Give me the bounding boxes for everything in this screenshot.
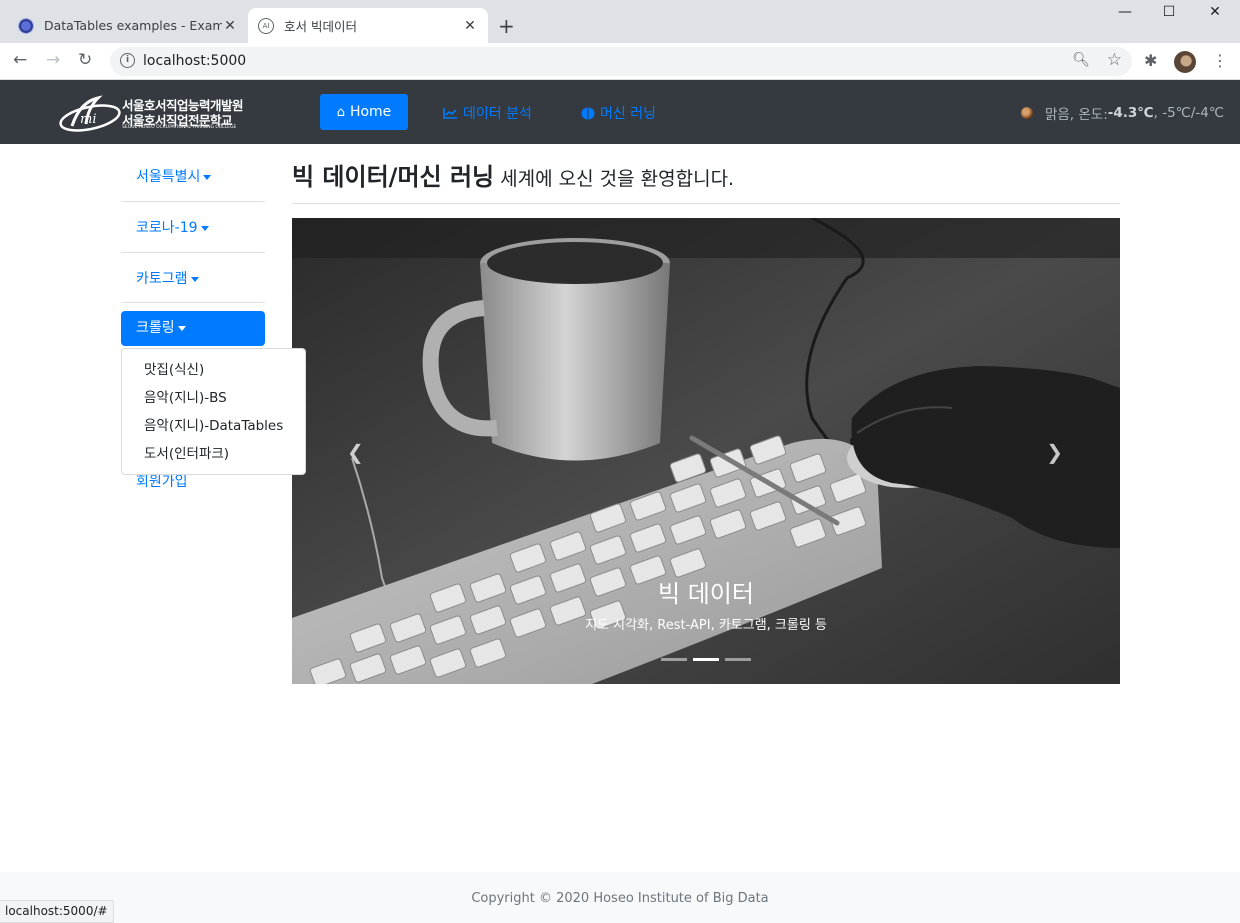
sidebar-item-corona[interactable]: 코로나-19 — [121, 217, 265, 237]
window-close-icon[interactable]: ✕ — [1192, 4, 1238, 20]
datatables-favicon-icon — [18, 17, 34, 34]
close-tab-icon[interactable]: ✕ — [462, 18, 478, 34]
sidebar-item-cartogram[interactable]: 카토그램 — [121, 268, 265, 288]
menu-kebab-icon[interactable]: ⋮ — [1212, 51, 1228, 70]
caret-down-icon — [177, 325, 186, 331]
carousel-indicator-1[interactable] — [661, 658, 687, 661]
svg-text:mi: mi — [80, 112, 97, 127]
forward-icon[interactable]: → — [46, 50, 60, 70]
crawling-dropdown-menu: 맛집(식신) 음악(지니)-BS 음악(지니)-DataTables 도서(인터… — [121, 348, 306, 475]
dropdown-item-music-bs[interactable]: 음악(지니)-BS — [122, 387, 305, 415]
sidebar-divider — [121, 302, 265, 303]
logo-line3: SEOUL HOSEO OCCUPATIONAL TRAINING COLLEG… — [122, 125, 237, 130]
sidebar-item-label: 카토그램 — [136, 271, 188, 287]
sidebar-item-label: 회원가입 — [136, 474, 188, 490]
sidebar-item-crawling[interactable]: 크롤링 — [121, 311, 265, 346]
reload-icon[interactable]: ↻ — [78, 50, 92, 70]
sidebar-item-label: 크롤링 — [136, 320, 175, 336]
site-info-icon[interactable]: i — [120, 53, 135, 68]
address-bar[interactable]: i localhost:5000 🔍︎ ☆ — [110, 47, 1132, 76]
browser-toolbar: ← → ↻ i localhost:5000 🔍︎ ☆ ✱ ⋮ — [0, 43, 1240, 80]
carousel-indicator-2[interactable] — [693, 658, 719, 661]
footer-copyright: Copyright © 2020 Hoseo Institute of Big … — [471, 891, 769, 906]
weather-widget: 맑음, 온도: -4.3℃ , -5℃/-4℃ — [1020, 103, 1224, 123]
bookmark-star-icon[interactable]: ☆ — [1107, 50, 1122, 70]
site-logo[interactable]: mi 서울호서직업능력개발원 서울호서직업전문학교 SEOUL HOSEO OC… — [58, 92, 244, 134]
nav-link-label: 데이터 분석 — [463, 106, 532, 122]
sidebar-item-label: 서울특별시 — [136, 169, 201, 185]
page-title-bold: 빅 데이터/머신 러닝 — [292, 163, 495, 191]
title-divider — [292, 203, 1120, 204]
weather-temp: -4.3℃ — [1107, 105, 1154, 121]
dropdown-item-music-datatables[interactable]: 음악(지니)-DataTables — [122, 415, 305, 443]
maximize-icon[interactable]: ☐ — [1146, 4, 1192, 20]
carousel-next-icon[interactable]: ❯ — [1046, 440, 1063, 464]
weather-range: , -5℃/-4℃ — [1153, 105, 1224, 121]
close-tab-icon[interactable]: ✕ — [222, 18, 238, 34]
page-title: 빅 데이터/머신 러닝 세계에 오신 것을 환영합니다. — [292, 157, 734, 192]
ai-favicon-icon: AI — [258, 17, 274, 34]
sidebar-divider — [121, 252, 265, 253]
browser-status-url: localhost:5000/# — [0, 900, 114, 923]
site-navbar: mi 서울호서직업능력개발원 서울호서직업전문학교 SEOUL HOSEO OC… — [0, 80, 1240, 144]
caret-down-icon — [200, 225, 209, 231]
tab-title: 호서 빅데이터 — [284, 19, 357, 34]
page-title-rest: 세계에 오신 것을 환영합니다. — [494, 168, 735, 190]
line-chart-icon — [443, 108, 457, 119]
tab-title: DataTables examples - Examples — [44, 18, 222, 33]
browser-tab-hoseo[interactable]: AI 호서 빅데이터 ✕ — [248, 8, 488, 43]
nav-home-label: Home — [349, 104, 392, 120]
profile-avatar[interactable] — [1174, 51, 1196, 73]
back-icon[interactable]: ← — [13, 50, 27, 70]
dropdown-item-restaurant[interactable]: 맛집(식신) — [122, 359, 305, 387]
carousel-indicator-3[interactable] — [725, 658, 751, 661]
carousel-caption-subtitle: 지도 시각화, Rest-API, 카토그램, 크롤링 등 — [585, 618, 827, 633]
browser-tab-datatables[interactable]: DataTables examples - Examples ✕ — [8, 8, 248, 43]
carousel-indicators — [292, 658, 1120, 661]
weather-icon — [1020, 107, 1033, 119]
home-icon: ⌂ — [336, 104, 345, 120]
url-text: localhost:5000 — [143, 53, 247, 69]
nav-data-analysis[interactable]: 데이터 분석 — [443, 103, 532, 123]
minimize-icon[interactable]: — — [1102, 4, 1148, 20]
caret-down-icon — [203, 174, 212, 180]
sidebar-item-seoul[interactable]: 서울특별시 — [121, 166, 265, 186]
page-footer: Copyright © 2020 Hoseo Institute of Big … — [0, 872, 1240, 923]
browser-tabstrip: DataTables examples - Examples ✕ AI 호서 빅… — [0, 0, 1240, 43]
logo-emblem-icon: mi — [59, 95, 121, 132]
sidebar-divider — [121, 201, 265, 202]
brain-icon — [581, 107, 595, 119]
carousel-caption-title: 빅 데이터 — [658, 580, 754, 608]
new-tab-button[interactable]: + — [498, 14, 515, 38]
hero-carousel: ❮ ❯ 빅 데이터 지도 시각화, Rest-API, 카토그램, 크롤링 등 — [292, 218, 1120, 684]
zoom-icon[interactable]: 🔍︎ — [1072, 52, 1090, 68]
nav-home-button[interactable]: ⌂ Home — [320, 94, 408, 130]
caret-down-icon — [190, 276, 199, 282]
dropdown-item-books[interactable]: 도서(인터파크) — [122, 443, 305, 471]
weather-condition: 맑음, 온도: — [1044, 107, 1108, 123]
nav-link-label: 머신 러닝 — [600, 106, 656, 122]
carousel-prev-icon[interactable]: ❮ — [347, 440, 364, 464]
nav-machine-learning[interactable]: 머신 러닝 — [581, 103, 656, 123]
extensions-icon[interactable]: ✱ — [1144, 51, 1157, 70]
sidebar-item-label: 코로나-19 — [136, 220, 198, 236]
